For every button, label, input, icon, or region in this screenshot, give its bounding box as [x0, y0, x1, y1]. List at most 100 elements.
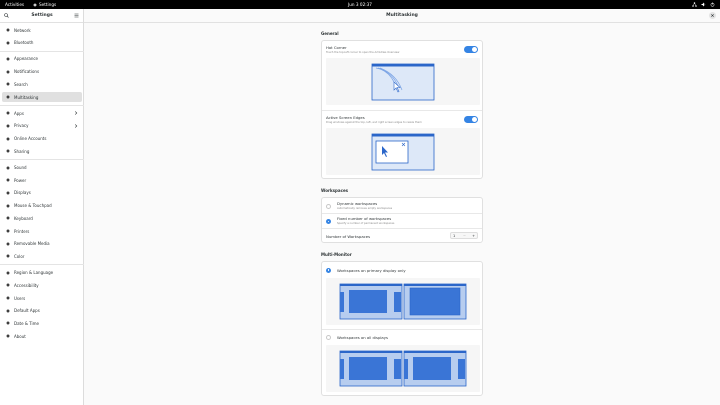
users-icon	[6, 296, 10, 300]
sidebar-item-accessibility[interactable]: Accessibility	[2, 280, 82, 290]
all-displays-radio[interactable]	[326, 335, 331, 340]
sidebar-item-label: Removable Media	[14, 241, 50, 247]
sidebar-item-label: About	[14, 333, 26, 339]
sidebar-item-label: Sound	[14, 165, 27, 170]
hot-corner-switch[interactable]	[464, 46, 478, 53]
sidebar-item-search[interactable]: Search	[2, 79, 82, 89]
general-divider	[322, 110, 482, 111]
bluetooth-icon	[6, 41, 10, 45]
dynamic-workspaces-radio[interactable]	[326, 204, 331, 209]
primary-only-radio[interactable]	[326, 267, 331, 273]
fixed-workspaces-title: Fixed number of workspaces	[337, 216, 392, 221]
close-button[interactable]	[709, 12, 716, 19]
sidebar-item-label: Search	[14, 81, 28, 87]
multi-monitor-card: Workspaces on primary display only Works…	[321, 261, 483, 396]
sidebar-item-privacy[interactable]: Privacy	[2, 121, 82, 131]
sidebar-item-keyboard[interactable]: Keyboard	[2, 213, 82, 223]
sidebar-item-label: Printers	[14, 228, 30, 234]
chevron-right-icon	[74, 111, 78, 116]
multitasking-icon	[6, 95, 10, 99]
sidebar-item-region-language[interactable]: Region & Language	[2, 268, 82, 278]
sidebar-item-label: Multitasking	[14, 94, 39, 100]
media-icon	[6, 242, 10, 246]
sidebar-item-default-apps[interactable]: Default Apps	[2, 306, 82, 316]
sidebar-item-notifications[interactable]: Notifications	[2, 67, 82, 77]
star-icon	[6, 309, 10, 313]
all-displays-title: Workspaces on all displays	[337, 335, 388, 340]
screen-edges-switch[interactable]	[464, 116, 478, 123]
sidebar-item-about[interactable]: About	[2, 331, 82, 341]
appearance-icon	[6, 57, 10, 61]
accounts-icon	[6, 137, 10, 141]
decrement-button[interactable]: −	[463, 234, 466, 238]
chevron-right-icon	[74, 124, 78, 129]
accessibility-icon	[6, 283, 10, 287]
switch-knob	[472, 117, 477, 122]
speaker-icon	[6, 166, 10, 170]
workspaces-heading: Workspaces	[321, 188, 349, 193]
sidebar-item-mouse-touchpad[interactable]: Mouse & Touchpad	[2, 201, 82, 211]
multi-monitor-divider	[322, 329, 482, 330]
sidebar-item-apps[interactable]: Apps	[2, 108, 82, 118]
flag-icon	[6, 271, 10, 275]
sidebar-item-label: Apps	[14, 110, 24, 116]
mouse-icon	[6, 204, 10, 208]
screen-edges-illustration	[326, 128, 480, 175]
hot-corner-illustration	[326, 58, 480, 105]
main-header: Multitasking	[84, 9, 720, 23]
hamburger-menu-icon[interactable]	[74, 13, 79, 18]
sidebar-item-printers[interactable]: Printers	[2, 226, 82, 236]
volume-icon	[701, 2, 706, 6]
sidebar-item-multitasking[interactable]: Multitasking	[2, 92, 82, 102]
sidebar-item-power[interactable]: Power	[2, 175, 82, 185]
sidebar-item-online-accounts[interactable]: Online Accounts	[2, 134, 82, 144]
sidebar-item-appearance[interactable]: Appearance	[2, 54, 82, 64]
sidebar-item-date-time[interactable]: Date & Time	[2, 318, 82, 328]
sidebar-item-label: Displays	[14, 190, 31, 196]
sidebar-item-label: Privacy	[14, 123, 29, 129]
sidebar-item-label: Power	[14, 177, 27, 183]
primary-only-title: Workspaces on primary display only	[337, 267, 406, 273]
dynamic-workspaces-title: Dynamic workspaces	[337, 201, 378, 206]
top-bar: Activities Settings Jun 3 02:37	[0, 0, 720, 9]
sidebar-item-label: Bluetooth	[14, 40, 34, 46]
workspaces-count-stepper[interactable]: 1 − +	[450, 232, 478, 239]
sidebar-item-removable-media[interactable]: Removable Media	[2, 239, 82, 249]
increment-button[interactable]: +	[472, 234, 475, 238]
display-icon	[6, 191, 10, 195]
workspaces-divider	[322, 213, 482, 214]
sidebar-item-label: Network	[14, 27, 31, 33]
screen-edges-title: Active Screen Edges	[326, 115, 365, 120]
system-tray[interactable]	[692, 1, 715, 7]
fixed-workspaces-subtitle: Specify a number of permanent workspaces	[337, 222, 395, 225]
network-status-icon	[692, 1, 697, 7]
clock[interactable]: Jun 3 02:37	[0, 2, 720, 7]
sidebar-item-sound[interactable]: Sound	[2, 163, 82, 173]
general-heading: General	[321, 31, 339, 36]
workspaces-divider	[322, 228, 482, 229]
sidebar-item-displays[interactable]: Displays	[2, 188, 82, 198]
sidebar-item-users[interactable]: Users	[2, 293, 82, 303]
fixed-workspaces-radio[interactable]	[326, 219, 331, 224]
search-icon	[6, 82, 10, 86]
sidebar-item-label: Color	[14, 253, 25, 259]
color-icon	[6, 254, 10, 258]
sidebar-item-label: Online Accounts	[14, 136, 47, 142]
sidebar: Settings Network Bluetooth Appearance Notif…	[0, 9, 84, 405]
network-icon	[6, 28, 10, 32]
sidebar-item-sharing[interactable]: Sharing	[2, 146, 82, 156]
screen-edges-image	[371, 133, 435, 171]
sidebar-item-label: Date & Time	[14, 320, 40, 326]
workspaces-card: Dynamic workspaces Automatically removes…	[321, 197, 483, 243]
workspaces-count-value[interactable]: 1	[453, 234, 455, 238]
primary-only-illustration	[326, 278, 480, 325]
sidebar-item-label: Keyboard	[14, 215, 33, 221]
power-icon	[6, 178, 10, 182]
sidebar-item-bluetooth[interactable]: Bluetooth	[2, 38, 82, 48]
sidebar-item-label: Default Apps	[14, 308, 40, 314]
sidebar-item-network[interactable]: Network	[2, 25, 82, 35]
hot-corner-image	[371, 63, 435, 101]
sidebar-item-color[interactable]: Color	[2, 251, 82, 261]
clock-icon	[6, 321, 10, 325]
sidebar-item-label: Mouse & Touchpad	[14, 203, 52, 209]
